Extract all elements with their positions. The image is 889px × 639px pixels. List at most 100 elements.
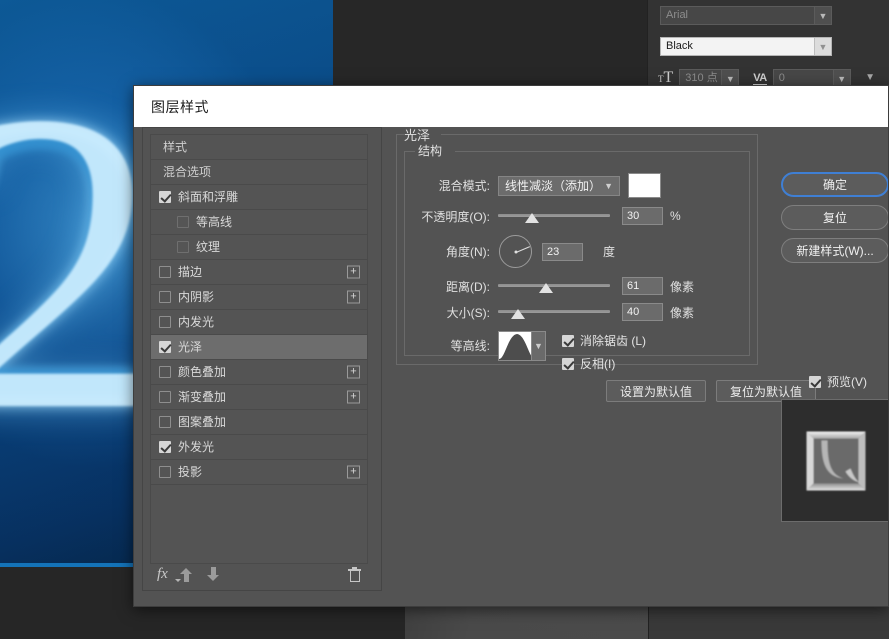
effect-checkbox[interactable] (159, 366, 171, 378)
angle-dial[interactable] (499, 235, 532, 268)
font-style-row: Black ▼ (660, 37, 832, 56)
effect-checkbox[interactable] (159, 341, 171, 353)
effect-checkbox[interactable] (159, 391, 171, 403)
anti-alias-checkbox[interactable]: 消除锯齿 (L) (562, 332, 646, 349)
effect-checkbox[interactable] (159, 441, 171, 453)
effect-checkbox[interactable] (159, 316, 171, 328)
add-effect-icon[interactable]: + (347, 266, 360, 279)
new-style-button[interactable]: 新建样式(W)... (781, 238, 889, 263)
delete-icon[interactable] (348, 567, 361, 582)
size-unit: 像素 (670, 304, 694, 321)
layer-style-dialog: 图层样式 样式 混合选项 斜面和浮雕 等高线 (133, 85, 889, 607)
effect-row-drop-shadow[interactable]: 投影 + (151, 460, 367, 485)
effect-checkbox[interactable] (159, 191, 171, 203)
add-effect-icon[interactable]: + (347, 466, 360, 479)
distance-slider-thumb[interactable] (539, 283, 553, 293)
chevron-down-icon: ▼ (604, 181, 613, 191)
effect-label: 渐变叠加 (178, 391, 226, 403)
effect-row-blending-options[interactable]: 混合选项 (151, 160, 367, 185)
font-family-value: Arial (661, 7, 814, 24)
effect-label: 混合选项 (163, 166, 211, 178)
add-effect-icon[interactable]: + (347, 391, 360, 404)
preview-label: 预览(V) (827, 373, 867, 390)
opacity-slider[interactable] (498, 209, 610, 223)
move-up-icon[interactable] (180, 567, 193, 582)
preview-checkbox[interactable]: 预览(V) (809, 373, 867, 390)
contour-curve-thumbnail (499, 332, 531, 360)
opacity-slider-thumb[interactable] (525, 213, 539, 223)
effect-row-inner-glow[interactable]: 内发光 (151, 310, 367, 335)
blend-mode-select[interactable]: 线性减淡（添加） ▼ (498, 176, 620, 196)
effect-row-inner-shadow[interactable]: 内阴影 + (151, 285, 367, 310)
chevron-down-icon[interactable]: ▼ (531, 332, 545, 360)
effect-label: 内发光 (178, 316, 214, 328)
effect-checkbox[interactable] (177, 216, 189, 228)
satin-color-swatch[interactable] (628, 173, 661, 198)
blend-mode-label: 混合模式: (404, 177, 490, 194)
effect-checkbox[interactable] (159, 416, 171, 428)
opacity-input[interactable]: 30 (622, 207, 663, 225)
chevron-down-icon[interactable]: ▼ (814, 7, 831, 24)
size-label: 大小(S): (404, 304, 490, 321)
effect-row-pattern-overlay[interactable]: 图案叠加 (151, 410, 367, 435)
effect-checkbox[interactable] (177, 241, 189, 253)
contour-row: 等高线: ▼ 消除锯齿 (L) 反 (404, 331, 646, 372)
contour-preset-select[interactable]: ▼ (498, 331, 546, 361)
effect-row-texture[interactable]: 纹理 (151, 235, 367, 260)
size-input[interactable]: 40 (622, 303, 663, 321)
panel-expand-chevron-icon[interactable]: ▼ (865, 72, 875, 83)
distance-label: 距离(D): (404, 278, 490, 295)
dialog-title: 图层样式 (151, 97, 209, 117)
effect-row-styles[interactable]: 样式 (151, 135, 367, 160)
font-family-row: Arial ▼ (660, 6, 832, 25)
effect-row-stroke[interactable]: 描边 + (151, 260, 367, 285)
effect-label: 等高线 (196, 216, 232, 228)
add-effect-icon[interactable]: + (347, 366, 360, 379)
invert-label: 反相(I) (580, 355, 615, 372)
effect-label: 样式 (163, 141, 187, 153)
effect-label: 投影 (178, 466, 202, 478)
ok-button[interactable]: 确定 (781, 172, 889, 197)
angle-input[interactable]: 23 (542, 243, 583, 261)
effects-list[interactable]: 样式 混合选项 斜面和浮雕 等高线 纹理 (150, 134, 368, 564)
effect-row-gradient-overlay[interactable]: 渐变叠加 + (151, 385, 367, 410)
chevron-down-icon[interactable]: ▼ (814, 38, 831, 55)
effect-row-bevel-emboss[interactable]: 斜面和浮雕 (151, 185, 367, 210)
effect-checkbox[interactable] (159, 466, 171, 478)
size-slider-thumb[interactable] (511, 309, 525, 319)
effect-row-outer-glow[interactable]: 外发光 (151, 435, 367, 460)
blend-mode-row: 混合模式: 线性减淡（添加） ▼ (404, 173, 661, 198)
style-preview-thumbnail (781, 399, 889, 522)
move-down-icon[interactable] (207, 567, 220, 582)
effect-row-contour[interactable]: 等高线 (151, 210, 367, 235)
effect-label: 纹理 (196, 241, 220, 253)
preview-glyph (804, 428, 869, 493)
angle-label: 角度(N): (404, 243, 490, 260)
effects-list-panel: 样式 混合选项 斜面和浮雕 等高线 纹理 (142, 127, 382, 591)
add-effect-icon[interactable]: + (347, 291, 360, 304)
invert-checkbox[interactable]: 反相(I) (562, 355, 646, 372)
dialog-actions-column: 确定 复位 新建样式(W)... 预览(V) (779, 127, 889, 591)
effect-label: 描边 (178, 266, 202, 278)
effect-checkbox[interactable] (159, 266, 171, 278)
distance-unit: 像素 (670, 278, 694, 295)
fx-icon[interactable]: fx (157, 566, 168, 583)
effect-checkbox[interactable] (159, 291, 171, 303)
distance-input[interactable]: 61 (622, 277, 663, 295)
effect-row-color-overlay[interactable]: 颜色叠加 + (151, 360, 367, 385)
effects-list-toolbar: fx (150, 563, 368, 585)
size-slider[interactable] (498, 305, 610, 319)
set-default-button[interactable]: 设置为默认值 (606, 380, 706, 402)
size-row: 大小(S): 40 像素 (404, 303, 694, 321)
distance-slider[interactable] (498, 279, 610, 293)
reset-button[interactable]: 复位 (781, 205, 889, 230)
effect-label: 颜色叠加 (178, 366, 226, 378)
font-family-select[interactable]: Arial ▼ (660, 6, 832, 25)
font-style-value: Black (661, 38, 814, 55)
effect-label: 光泽 (178, 341, 202, 353)
angle-unit: 度 (603, 243, 615, 260)
angle-row: 角度(N): 23 度 (404, 235, 615, 268)
font-style-select[interactable]: Black ▼ (660, 37, 832, 56)
tracking-icon: VA (753, 72, 766, 85)
effect-row-satin[interactable]: 光泽 (151, 335, 367, 360)
